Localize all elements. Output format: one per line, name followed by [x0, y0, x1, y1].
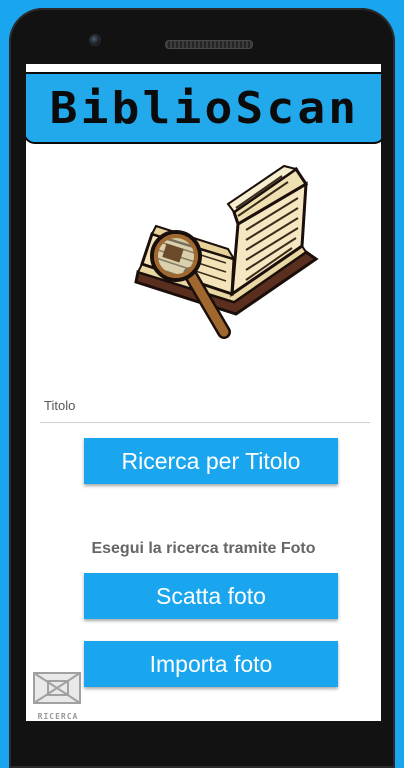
title-search-input[interactable] — [40, 389, 370, 423]
take-photo-button[interactable]: Scatta foto — [84, 573, 338, 619]
photo-search-hint: Esegui la ricerca tramite Foto — [91, 540, 316, 557]
book-magnifier-illustration — [134, 164, 319, 339]
import-photo-button[interactable]: Importa foto — [84, 641, 338, 687]
app-screen: BiblioScan Titolo Ricerca per Titolo Ese… — [26, 64, 381, 721]
earpiece-speaker — [165, 40, 253, 49]
app-title: BiblioScan — [49, 82, 360, 134]
title-bar: BiblioScan — [26, 72, 381, 144]
front-camera — [90, 35, 100, 45]
search-by-title-button[interactable]: Ricerca per Titolo — [84, 438, 338, 484]
corner-logo-label: RICERCA — [37, 712, 79, 721]
phone-frame: BiblioScan Titolo Ricerca per Titolo Ese… — [9, 8, 395, 768]
search-logo-icon: RICERCA — [32, 671, 84, 721]
